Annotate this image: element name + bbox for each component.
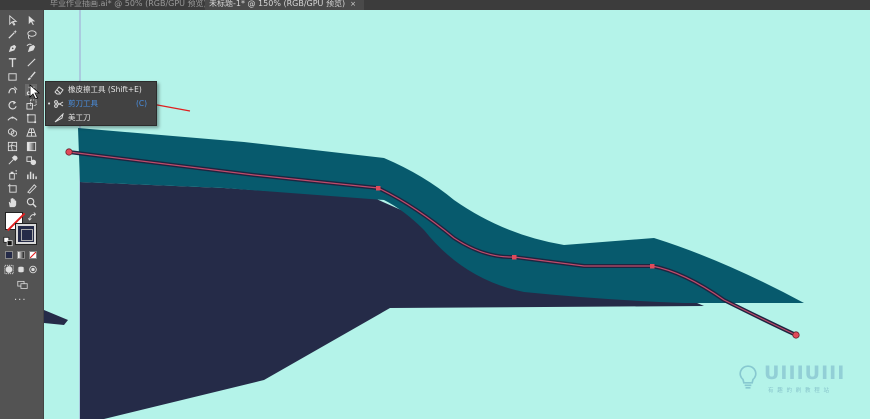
pen-tool-icon[interactable]	[6, 42, 18, 54]
flyout-item-label: 橡皮擦工具 (Shift+E)	[68, 85, 142, 94]
path-anchor-point[interactable]	[65, 148, 73, 156]
hand-tool-icon[interactable]	[6, 196, 18, 208]
knife-icon	[54, 112, 64, 123]
draw-behind-icon[interactable]	[16, 264, 26, 274]
eyedropper-tool-icon[interactable]	[6, 154, 18, 166]
line-segment-tool-icon[interactable]	[25, 56, 37, 68]
magic-wand-tool-icon[interactable]	[6, 28, 18, 40]
close-icon[interactable]: ×	[350, 0, 356, 8]
flyout-item-scissors[interactable]: • 剪刀工具 (C)	[46, 97, 156, 111]
watermark-subtitle: 有 趣 的 刷 教 程 站	[768, 388, 830, 394]
perspective-grid-tool-icon[interactable]	[25, 126, 37, 138]
watermark: UIIIUIII 有 趣 的 刷 教 程 站	[738, 362, 858, 402]
shape-builder-tool-icon[interactable]	[6, 126, 18, 138]
document-tab-label: 未标题-1* @ 150% (RGB/GPU 预览)	[209, 0, 346, 8]
selection-tool-icon[interactable]	[6, 14, 18, 26]
flyout-item-label: 美工刀	[68, 113, 91, 122]
artwork	[44, 10, 804, 419]
document-tab-label: 毕业作业插画.ai* @ 50% (RGB/GPU 预览)	[50, 0, 207, 8]
color-mode-button[interactable]	[5, 251, 13, 259]
flyout-item-eraser[interactable]: 橡皮擦工具 (Shift+E)	[46, 83, 156, 97]
symbol-sprayer-tool-icon[interactable]	[6, 168, 18, 180]
artboard-tool-icon[interactable]	[6, 182, 18, 194]
zoom-tool-icon[interactable]	[25, 196, 37, 208]
shaper-tool-icon[interactable]	[6, 84, 18, 96]
document-tab-2[interactable]: 未标题-1* @ 150% (RGB/GPU 预览) ×	[205, 0, 364, 10]
navy-fragment	[44, 310, 68, 325]
draw-inside-icon[interactable]	[28, 264, 38, 274]
curvature-tool-icon[interactable]	[25, 42, 37, 54]
path-anchor-point[interactable]	[376, 186, 381, 191]
draw-normal-icon[interactable]	[4, 264, 14, 274]
scissors-icon	[54, 99, 64, 109]
paintbrush-tool-icon[interactable]	[25, 70, 37, 82]
swap-fill-stroke-icon[interactable]	[28, 211, 38, 222]
mesh-tool-icon[interactable]	[6, 140, 18, 152]
annotation-arrow	[151, 103, 191, 112]
watermark-logo-text: UIIIUIII	[764, 362, 846, 384]
rotate-tool-icon[interactable]	[6, 98, 18, 110]
active-bullet: •	[47, 100, 52, 108]
tool-flyout-menu: 橡皮擦工具 (Shift+E) • 剪刀工具 (C) 美工刀	[45, 81, 157, 126]
lasso-tool-icon[interactable]	[25, 28, 37, 40]
lightbulb-icon	[739, 365, 757, 389]
width-tool-icon[interactable]	[6, 112, 18, 124]
direct-selection-tool-icon[interactable]	[25, 14, 37, 26]
gradient-tool-icon[interactable]	[25, 140, 37, 152]
rectangle-tool-icon[interactable]	[6, 70, 18, 82]
gradient-mode-button[interactable]	[17, 251, 25, 259]
document-tab-bar: 毕业作业插画.ai* @ 50% (RGB/GPU 预览)× 未标题-1* @ …	[0, 0, 870, 10]
path-anchor-point[interactable]	[650, 264, 655, 269]
default-fill-stroke-icon[interactable]	[3, 236, 13, 246]
slice-tool-icon[interactable]	[25, 182, 37, 194]
edit-toolbar-button[interactable]: ···	[14, 296, 27, 306]
tools-panel: ···	[0, 10, 44, 419]
column-graph-tool-icon[interactable]	[25, 168, 37, 180]
none-mode-button[interactable]	[29, 251, 37, 259]
artboard-canvas[interactable]: UIIIUIII 有 趣 的 刷 教 程 站	[44, 10, 870, 419]
path-anchor-point[interactable]	[512, 255, 517, 260]
blend-tool-icon[interactable]	[25, 154, 37, 166]
flyout-item-knife[interactable]: 美工刀	[46, 111, 156, 125]
stroke-swatch[interactable]	[15, 223, 37, 245]
flyout-item-label: 剪刀工具	[68, 99, 98, 108]
mouse-cursor-icon	[29, 84, 41, 100]
eraser-icon	[54, 85, 64, 95]
document-tab-1[interactable]: 毕业作业插画.ai* @ 50% (RGB/GPU 预览)×	[46, 0, 222, 10]
flyout-item-shortcut: (C)	[136, 99, 148, 108]
screen-mode-icon[interactable]	[15, 278, 29, 290]
navy-shape	[80, 182, 704, 419]
path-anchor-point[interactable]	[792, 331, 800, 339]
free-transform-tool-icon[interactable]	[25, 112, 37, 124]
type-tool-icon[interactable]	[6, 56, 18, 68]
